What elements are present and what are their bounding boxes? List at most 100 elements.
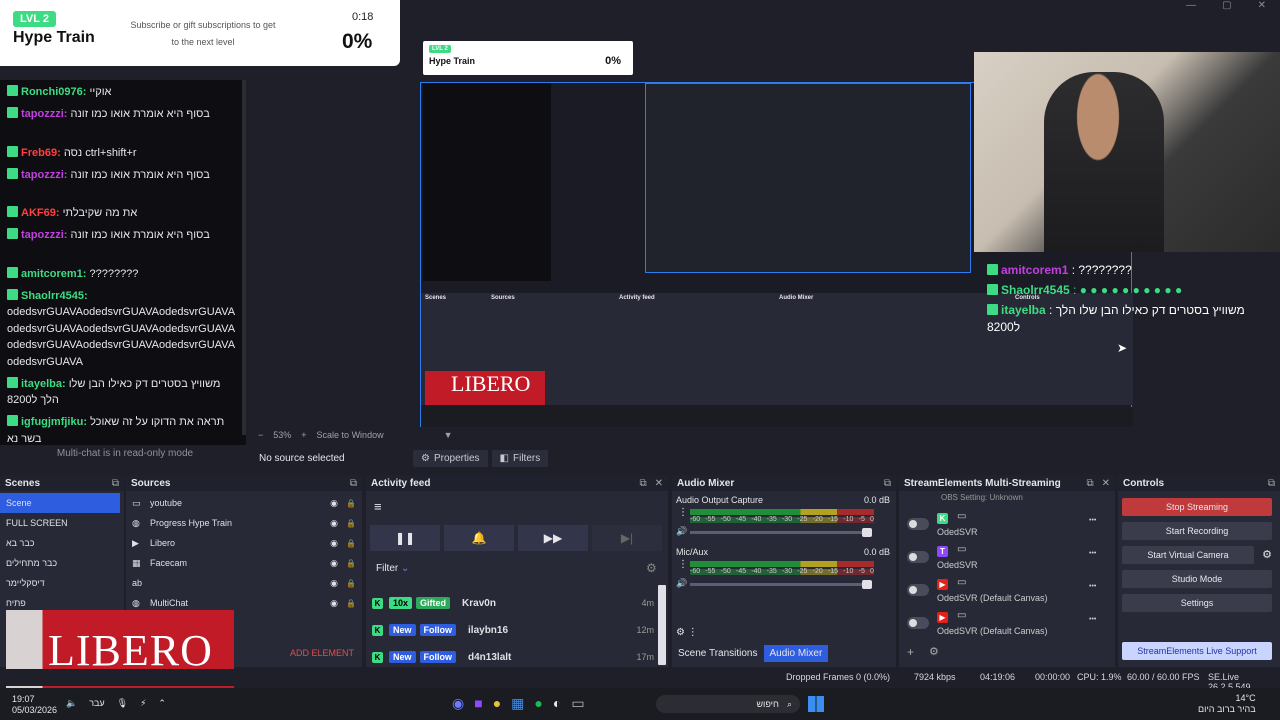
undock-icon[interactable]: ⧉	[350, 478, 357, 489]
eye-icon[interactable]: ◉	[330, 558, 338, 569]
volume-slider[interactable]	[690, 580, 872, 589]
more-icon[interactable]: •••	[1089, 616, 1096, 623]
gear-icon[interactable]: ⚙	[929, 645, 939, 658]
platform-letter: ▶	[939, 613, 946, 622]
skip-button[interactable]: ▶▶	[518, 525, 588, 551]
chevron-up-icon[interactable]: ⌃	[158, 698, 166, 709]
properties-button[interactable]: ⚙ Properties	[413, 449, 488, 467]
scale-mode[interactable]: Scale to Window	[317, 430, 384, 440]
spotify-icon[interactable]: ●	[534, 695, 542, 712]
activity-scrollbar[interactable]	[658, 585, 666, 665]
activity-item[interactable]: K New Follow ilaybn16 12m	[366, 620, 654, 640]
filter-dropdown[interactable]: Filter ⌄	[376, 563, 409, 574]
close-icon[interactable]: ✕	[1102, 478, 1110, 489]
tab-audio-mixer[interactable]: Audio Mixer	[763, 645, 829, 662]
eye-icon[interactable]: ◉	[330, 538, 338, 549]
close-icon[interactable]: ✕	[655, 478, 663, 489]
lock-icon[interactable]: 🔒	[346, 559, 356, 568]
source-item[interactable]: ▭ youtube ◉ 🔒	[126, 493, 362, 513]
undock-icon[interactable]: ⧉	[884, 478, 891, 489]
activity-item[interactable]: K New Follow d4n13lalt 17m	[366, 647, 654, 667]
search-box[interactable]: חיפוש ⌕	[656, 695, 800, 713]
virtual-camera-gear-icon[interactable]: ⚙	[1262, 548, 1272, 561]
scene-item[interactable]: כבר בא	[0, 533, 120, 553]
hype-timer: 0:18	[352, 11, 374, 23]
eye-icon[interactable]: ◉	[330, 578, 338, 589]
add-element-button[interactable]: ADD ELEMENT	[290, 648, 354, 658]
stop-streaming-button[interactable]: Stop Streaming	[1122, 498, 1272, 516]
scene-item[interactable]: כבר מתחילים	[0, 553, 120, 573]
undock-icon[interactable]: ⧉	[639, 478, 646, 489]
undock-icon[interactable]: ⧉	[1268, 478, 1275, 489]
discord-icon[interactable]: ◉	[452, 695, 464, 712]
scene-item[interactable]: דיסקליימר	[0, 573, 120, 593]
volume-slider-knob[interactable]	[862, 528, 872, 537]
pause-button[interactable]: ❚❚	[370, 525, 440, 551]
start-recording-button[interactable]: Start Recording	[1122, 522, 1272, 540]
volume-slider-knob[interactable]	[862, 580, 872, 589]
zoom-in-icon[interactable]: +	[301, 430, 306, 440]
network-icon[interactable]: ⚡	[140, 698, 146, 709]
close-icon[interactable]: ✕	[1258, 0, 1266, 14]
minimize-icon[interactable]: —	[1186, 0, 1196, 14]
volume-icon[interactable]: 🔊	[676, 526, 687, 537]
more-icon[interactable]: •••	[1089, 550, 1096, 557]
filters-button[interactable]: ◧ Filters	[491, 449, 549, 467]
audio-scale-tick: -10	[843, 516, 854, 523]
gear-icon[interactable]: ⚙	[646, 561, 657, 575]
mic-icon[interactable]: 🎙	[117, 698, 128, 709]
source-item[interactable]: ▶ Libero ◉ 🔒	[126, 533, 362, 553]
volume-icon[interactable]: 🔈	[66, 698, 77, 709]
more-icon[interactable]: •••	[1089, 583, 1096, 590]
start-virtual-camera-button[interactable]: Start Virtual Camera	[1122, 546, 1254, 564]
add-destination-icon[interactable]: +	[907, 645, 914, 659]
destination-toggle[interactable]	[907, 617, 929, 629]
channel-menu-icon[interactable]: ⋮	[678, 507, 688, 518]
tab-scene-transitions[interactable]: Scene Transitions	[672, 645, 764, 662]
language-indicator[interactable]: עבר	[89, 698, 104, 709]
source-item[interactable]: ▦ Facecam ◉ 🔒	[126, 553, 362, 573]
start-icon[interactable]	[808, 696, 824, 712]
maximize-icon[interactable]: ▢	[1222, 0, 1231, 14]
next-button[interactable]: ▶|	[592, 525, 662, 551]
more-icon[interactable]: •••	[1089, 517, 1096, 524]
source-item[interactable]: ab ◉ 🔒	[126, 573, 362, 593]
multichat-panel: Ronchi0976: אוקיי tapozzzi: בסוף היא אומר…	[0, 80, 246, 445]
scene-item[interactable]: Scene	[0, 493, 120, 513]
apps-grid-icon[interactable]: ▦	[511, 695, 524, 712]
weather[interactable]: 14°C בהיר ברוב היום	[1198, 693, 1256, 715]
lock-icon[interactable]: 🔒	[346, 579, 356, 588]
scale-dropdown-icon[interactable]: ▼	[444, 430, 453, 440]
lock-icon[interactable]: 🔒	[346, 599, 356, 608]
lock-icon[interactable]: 🔒	[346, 539, 356, 548]
volume-icon[interactable]: 🔊	[676, 578, 687, 589]
settings-button[interactable]: Settings	[1122, 594, 1272, 612]
lock-icon[interactable]: 🔒	[346, 499, 356, 508]
audio-settings-icon[interactable]: ⚙ ⋮	[676, 627, 698, 638]
bell-button[interactable]: 🔔	[444, 525, 514, 551]
activity-item[interactable]: K 10x Gifted Krav0n 4m	[366, 593, 654, 613]
zoom-out-icon[interactable]: −	[258, 430, 263, 440]
destination-toggle[interactable]	[907, 584, 929, 596]
lock-icon[interactable]: 🔒	[346, 519, 356, 528]
menu-icon[interactable]: ≡	[374, 499, 382, 514]
undock-icon[interactable]: ⧉	[112, 478, 119, 489]
scene-item[interactable]: FULL SCREEN	[0, 513, 120, 533]
eye-icon[interactable]: ◉	[330, 598, 338, 609]
eye-icon[interactable]: ◉	[330, 518, 338, 529]
twitch-icon[interactable]: ■	[474, 695, 482, 712]
chrome-icon[interactable]: ●	[493, 695, 501, 712]
undock-icon[interactable]: ⧉	[1086, 478, 1093, 489]
obs-icon[interactable]: ◐	[553, 695, 561, 712]
studio-mode-button[interactable]: Studio Mode	[1122, 570, 1272, 588]
live-support-button[interactable]: StreamElements Live Support	[1122, 642, 1272, 660]
destination-toggle[interactable]	[907, 551, 929, 563]
channel-menu-icon[interactable]: ⋮	[678, 559, 688, 570]
source-item[interactable]: ◍ Progress Hype Train ◉ 🔒	[126, 513, 362, 533]
destination-toggle[interactable]	[907, 518, 929, 530]
explorer-icon[interactable]: ▭	[571, 695, 584, 712]
chat-scrollbar[interactable]	[242, 80, 246, 435]
audio-scale-tick: -40	[751, 516, 762, 523]
eye-icon[interactable]: ◉	[330, 498, 338, 509]
volume-slider[interactable]	[690, 528, 872, 537]
